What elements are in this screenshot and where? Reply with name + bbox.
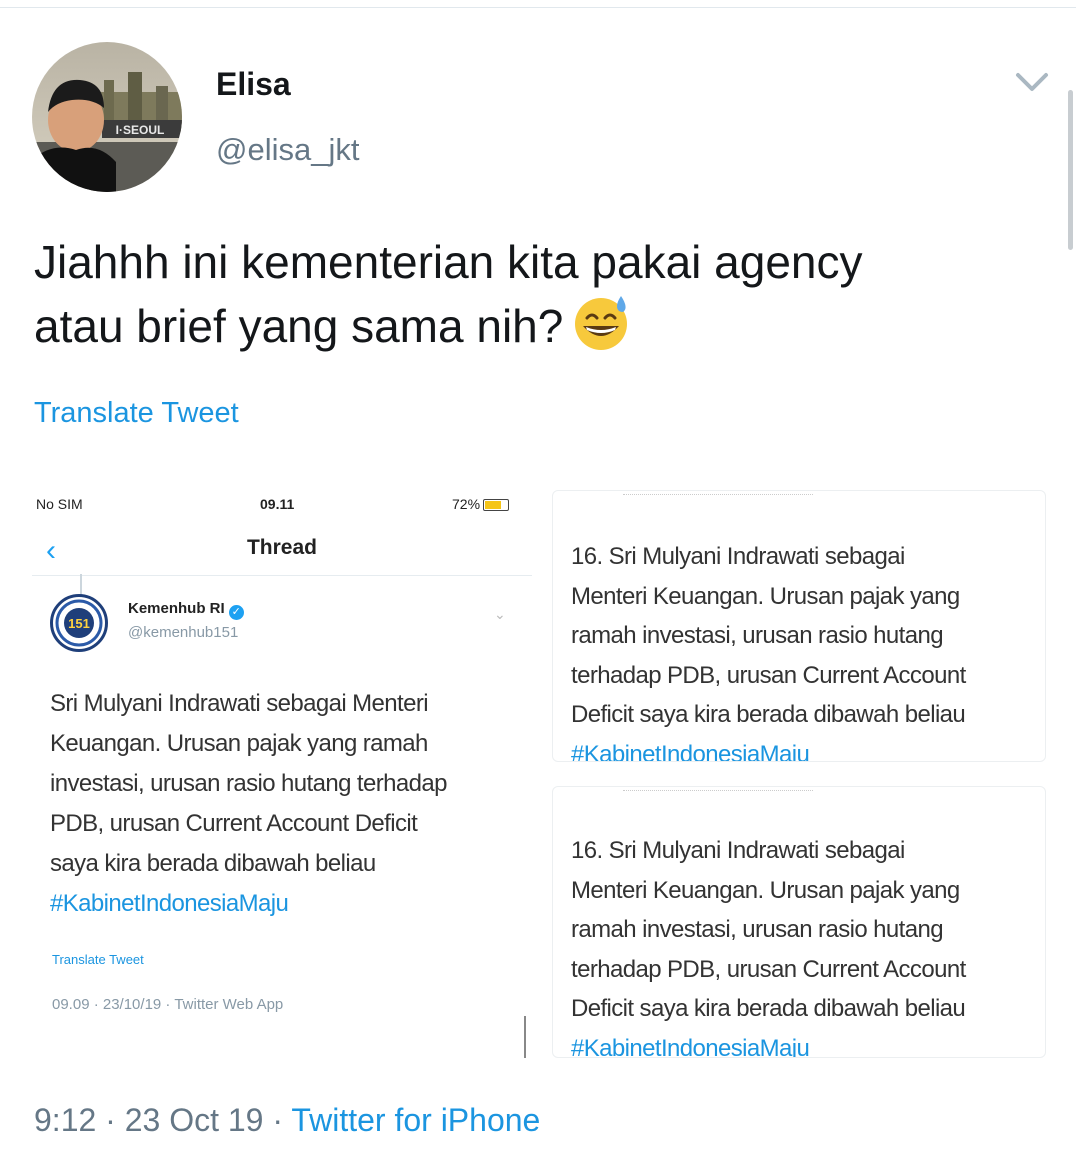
- embedded-chevron-down-icon: ⌄: [494, 606, 506, 622]
- media-2-line: Deficit saya kira berada dibawah beliau: [571, 701, 966, 728]
- embedded-text-line: Keuangan. Urusan pajak yang ramah: [50, 730, 428, 757]
- more-options-chevron-down-icon[interactable]: [1012, 62, 1052, 102]
- embedded-text-line: investasi, urusan rasio hutang terhadap: [50, 770, 447, 797]
- translate-tweet-link[interactable]: Translate Tweet: [34, 397, 239, 430]
- cropped-text-edge: [623, 491, 813, 495]
- thread-title: Thread: [246, 536, 317, 559]
- page-scrollbar[interactable]: [1068, 90, 1073, 250]
- tweet-text: Jiahhh ini kementerian kita pakai agency…: [34, 232, 1034, 356]
- media-2-line: ramah investasi, urusan rasio hutang: [571, 622, 944, 649]
- author-avatar[interactable]: I·SEOUL: [32, 42, 182, 192]
- media-2-line: Menteri Keuangan. Urusan pajak yang: [571, 582, 960, 610]
- embedded-text-line: saya kira berada dibawah beliau: [50, 850, 376, 877]
- media-image-2[interactable]: 16. Sri Mulyani Indrawati sebagai Menter…: [552, 490, 1046, 762]
- embedded-account-handle: @kemenhub151: [128, 624, 239, 641]
- battery-percent: 72%: [452, 496, 481, 512]
- media-2-hashtag: #KabinetIndonesiaMaju: [571, 740, 810, 762]
- tweet-time: 9:12: [34, 1102, 97, 1138]
- author-handle[interactable]: @elisa_jkt: [216, 132, 359, 168]
- embedded-scrollbar: [524, 1016, 526, 1058]
- carrier-label: No SIM: [36, 496, 83, 512]
- tweet-text-line: atau brief yang sama nih?: [34, 292, 1034, 356]
- embedded-translate-label: Translate Tweet: [52, 952, 144, 967]
- media-image-1[interactable]: No SIM 09.11 72% ‹ Thread 151 Kemenhub R…: [32, 488, 532, 1058]
- media-3-hashtag: #KabinetIndonesiaMaju: [571, 1034, 810, 1058]
- tweet-text-line-content: atau brief yang sama nih?: [34, 300, 564, 352]
- embedded-account-name-text: Kemenhub RI: [128, 600, 225, 617]
- media-3-line: Deficit saya kira berada dibawah beliau: [571, 995, 966, 1022]
- battery-indicator: 72%: [452, 496, 510, 512]
- media-3-line: 16. Sri Mulyani Indrawati sebagai: [571, 837, 905, 864]
- thread-connector-line: [80, 574, 82, 596]
- svg-text:I·SEOUL: I·SEOUL: [116, 123, 165, 137]
- embedded-tweet-text: Sri Mulyani Indrawati sebagai Menteri Ke…: [50, 684, 520, 924]
- kemenhub-logo-icon: 151: [50, 594, 108, 652]
- thread-header: ‹ Thread: [32, 524, 532, 576]
- author-display-name[interactable]: Elisa: [216, 66, 291, 103]
- cropped-text-edge: [623, 787, 813, 791]
- status-time: 09.11: [260, 496, 295, 512]
- grinning-face-with-sweat-icon: [571, 292, 631, 352]
- media-2-text: 16. Sri Mulyani Indrawati sebagai Menter…: [571, 537, 1031, 762]
- media-3-line: terhadap PDB, urusan Current Account: [571, 955, 966, 983]
- media-image-3[interactable]: 16. Sri Mulyani Indrawati sebagai Menter…: [552, 786, 1046, 1058]
- media-3-line: Menteri Keuangan. Urusan pajak yang: [571, 876, 960, 904]
- embedded-text-line: Sri Mulyani Indrawati sebagai Menteri: [50, 690, 429, 717]
- embedded-account-name: Kemenhub RI ✓: [128, 600, 244, 620]
- tweet-source-link[interactable]: Twitter for iPhone: [291, 1102, 540, 1138]
- battery-icon: [483, 499, 510, 511]
- media-3-text: 16. Sri Mulyani Indrawati sebagai Menter…: [571, 831, 1031, 1058]
- tweet-date[interactable]: 23 Oct 19: [125, 1102, 264, 1138]
- tweet-text-line: Jiahhh ini kementerian kita pakai agency: [34, 236, 863, 288]
- embedded-hashtag: #KabinetIndonesiaMaju: [50, 890, 289, 917]
- embedded-text-line: PDB, urusan Current Account Deficit: [50, 810, 418, 837]
- meta-separator: ·: [105, 1102, 116, 1138]
- media-3-line: ramah investasi, urusan rasio hutang: [571, 916, 944, 943]
- embedded-tweet-meta: 09.09 · 23/10/19 · Twitter Web App: [52, 996, 284, 1013]
- phone-status-bar: No SIM 09.11 72%: [32, 488, 532, 520]
- tweet-meta: 9:12 · 23 Oct 19 · Twitter for iPhone: [34, 1102, 540, 1139]
- meta-separator: ·: [272, 1102, 284, 1138]
- top-divider: [0, 7, 1076, 8]
- profile-photo-icon: I·SEOUL: [32, 42, 182, 192]
- verified-badge-icon: ✓: [228, 605, 244, 620]
- svg-text:151: 151: [68, 616, 90, 631]
- media-2-line: terhadap PDB, urusan Current Account: [571, 661, 966, 689]
- media-2-line: 16. Sri Mulyani Indrawati sebagai: [571, 543, 905, 570]
